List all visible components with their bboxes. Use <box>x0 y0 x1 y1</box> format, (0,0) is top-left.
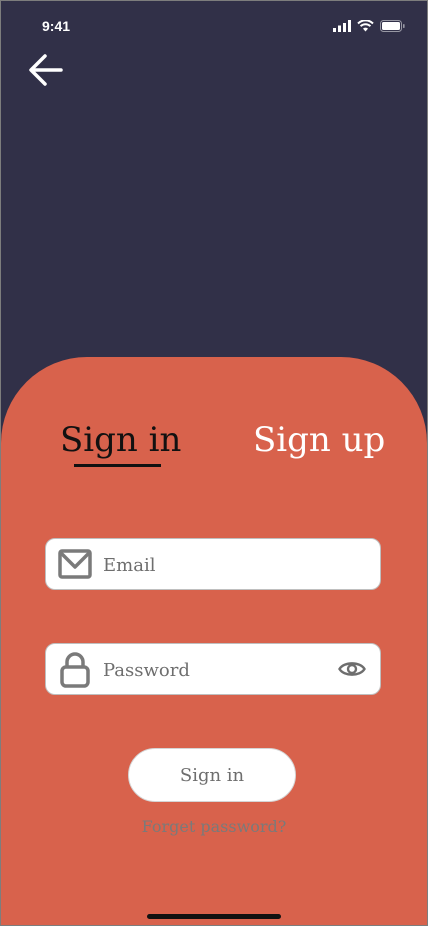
status-bar: 9:41 <box>1 1 427 51</box>
back-button[interactable] <box>27 51 67 91</box>
email-input[interactable] <box>101 539 325 591</box>
eye-icon[interactable] <box>338 658 366 680</box>
signal-icon <box>333 20 351 32</box>
arrow-left-icon <box>29 54 63 86</box>
password-input[interactable] <box>101 644 325 696</box>
tab-sign-in[interactable]: Sign in <box>60 423 181 457</box>
app-screen: 9:41 Sign in Sign up Email Sign in Forge… <box>0 0 428 926</box>
auth-sheet: Sign in Sign up Sign in Forget password? <box>1 357 427 925</box>
password-field[interactable] <box>45 643 381 696</box>
home-indicator <box>147 914 281 919</box>
forgot-password-link[interactable]: Forget password? <box>1 817 427 836</box>
status-time: 9:41 <box>42 18 71 34</box>
tab-sign-up[interactable]: Sign up <box>253 423 385 457</box>
sign-in-button[interactable]: Sign in <box>128 748 296 802</box>
status-icons <box>333 19 405 33</box>
email-field[interactable] <box>45 538 381 591</box>
active-tab-indicator <box>74 464 161 467</box>
mail-icon <box>58 549 92 579</box>
battery-icon <box>380 20 405 32</box>
wifi-icon <box>357 20 374 32</box>
lock-icon <box>60 652 90 688</box>
